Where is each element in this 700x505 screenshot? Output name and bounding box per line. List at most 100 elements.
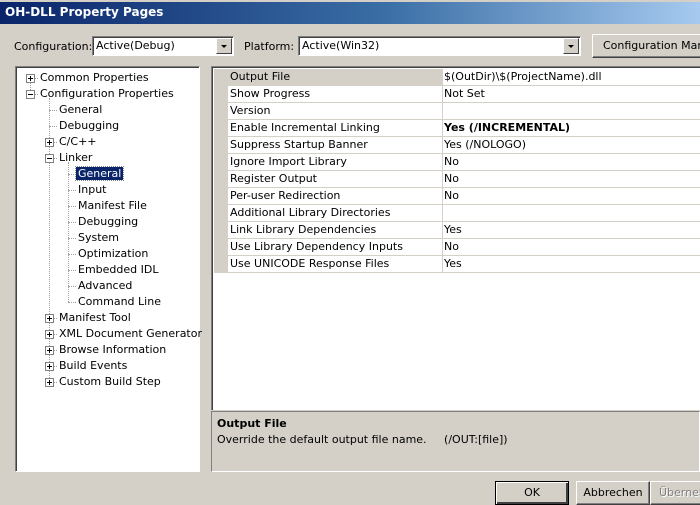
window-title: OH-DLL Property Pages — [5, 5, 164, 19]
property-row[interactable]: Version — [228, 103, 700, 120]
tree-node[interactable]: Linker — [57, 150, 94, 166]
tree-node[interactable]: Debugging — [57, 118, 121, 134]
property-name: Enable Incremental Linking — [228, 120, 443, 137]
tree-node-label: Debugging — [78, 215, 139, 228]
description-text: Override the default output file name. (… — [217, 433, 508, 446]
tree-node[interactable]: Advanced — [76, 278, 134, 294]
configuration-manager-button[interactable]: Configuration Manager... — [592, 34, 700, 58]
configuration-dropdown[interactable]: Active(Debug) — [92, 36, 234, 56]
tree-node-label: Debugging — [59, 119, 120, 132]
property-name: Show Progress — [228, 86, 443, 103]
tree-node[interactable]: Debugging — [76, 214, 140, 230]
property-name: Register Output — [228, 171, 443, 188]
tree-connector — [68, 286, 76, 287]
tree-node-label: Manifest Tool — [59, 311, 131, 324]
configuration-label: Configuration: — [14, 40, 93, 53]
ok-button[interactable]: OK — [495, 481, 569, 505]
apply-button[interactable]: Übernehmen — [650, 481, 700, 505]
title-bar[interactable]: OH-DLL Property Pages — [0, 0, 700, 24]
property-value[interactable]: No — [442, 188, 700, 205]
tree-node-label: Command Line — [78, 295, 161, 308]
tree-node-label: Linker — [59, 151, 93, 164]
tree-node[interactable]: General — [74, 166, 125, 182]
property-grid[interactable]: Output File $(OutDir)\$(ProjectName).dll S… — [211, 66, 700, 410]
tree-node-label: Input — [78, 183, 107, 196]
expand-plus-icon[interactable] — [45, 378, 54, 387]
tree-connector — [68, 190, 76, 191]
tree-node-label: Browse Information — [59, 343, 167, 356]
tree-node[interactable]: Build Events — [57, 358, 129, 374]
tree-node-label: Build Events — [59, 359, 128, 372]
property-row[interactable]: Ignore Import Library No — [228, 154, 700, 171]
property-row[interactable]: Use Library Dependency Inputs No — [228, 239, 700, 256]
tree-node[interactable]: Command Line — [76, 294, 163, 310]
property-row[interactable]: Link Library Dependencies Yes — [228, 222, 700, 239]
property-value[interactable]: No — [442, 154, 700, 171]
tree-node[interactable]: Manifest Tool — [57, 310, 133, 326]
tree-node[interactable]: Optimization — [76, 246, 150, 262]
expand-plus-icon[interactable] — [45, 330, 54, 339]
property-row[interactable]: Use UNICODE Response Files Yes — [228, 256, 700, 273]
tree-node-label: Configuration Properties — [40, 87, 174, 100]
expand-plus-icon[interactable] — [45, 138, 54, 147]
collapse-minus-icon[interactable] — [26, 90, 35, 99]
tree-node[interactable]: System — [76, 230, 121, 246]
property-row[interactable]: Register Output No — [228, 171, 700, 188]
tree-connector — [68, 206, 76, 207]
property-value[interactable] — [442, 103, 700, 120]
tree-connector — [68, 254, 76, 255]
tree-node[interactable]: Embedded IDL — [76, 262, 160, 278]
chevron-down-icon[interactable] — [216, 38, 232, 54]
expand-plus-icon[interactable] — [45, 314, 54, 323]
tree-node-label: C/C++ — [59, 135, 97, 148]
expand-plus-icon[interactable] — [26, 74, 35, 83]
property-value[interactable]: No — [442, 239, 700, 256]
property-value[interactable]: Yes (/INCREMENTAL) — [442, 120, 700, 137]
collapse-minus-icon[interactable] — [45, 154, 54, 163]
tree-connector — [68, 270, 76, 271]
tree-node[interactable]: XML Document Generator — [57, 326, 204, 342]
cancel-button[interactable]: Abbrechen — [576, 481, 650, 505]
property-value[interactable]: Yes — [442, 256, 700, 273]
property-tree[interactable]: Common Properties Configuration Propertie… — [15, 66, 202, 472]
property-name: Use UNICODE Response Files — [228, 256, 443, 273]
tree-connector — [49, 110, 57, 111]
tree-node[interactable]: Manifest File — [76, 198, 149, 214]
tree-node-label: General — [59, 103, 103, 116]
tree-node[interactable]: Input — [76, 182, 108, 198]
configuration-value: Active(Debug) — [96, 39, 175, 52]
property-row[interactable]: Per-user Redirection No — [228, 188, 700, 205]
expand-plus-icon[interactable] — [45, 346, 54, 355]
tree-node[interactable]: C/C++ — [57, 134, 99, 150]
property-row[interactable]: Additional Library Directories — [228, 205, 700, 222]
property-row[interactable]: Show Progress Not Set — [228, 86, 700, 103]
tree-node-label: Custom Build Step — [59, 375, 161, 388]
chevron-down-icon[interactable] — [563, 38, 579, 54]
tree-node[interactable]: Custom Build Step — [57, 374, 163, 390]
property-row[interactable]: Suppress Startup Banner Yes (/NOLOGO) — [228, 137, 700, 154]
tree-node[interactable]: Browse Information — [57, 342, 168, 358]
property-name: Use Library Dependency Inputs — [228, 239, 443, 256]
property-value[interactable]: No — [442, 171, 700, 188]
property-name: Link Library Dependencies — [228, 222, 443, 239]
tree-connector — [68, 238, 76, 239]
property-value[interactable] — [442, 205, 700, 222]
expand-plus-icon[interactable] — [45, 362, 54, 371]
property-value[interactable]: $(OutDir)\$(ProjectName).dll — [442, 69, 700, 86]
tree-connector — [49, 126, 57, 127]
tree-connector — [68, 302, 76, 303]
property-name: Suppress Startup Banner — [228, 137, 443, 154]
property-value[interactable]: Yes (/NOLOGO) — [442, 137, 700, 154]
tree-node[interactable]: Common Properties — [38, 70, 151, 86]
property-value[interactable]: Not Set — [442, 86, 700, 103]
property-row[interactable]: Output File $(OutDir)\$(ProjectName).dll — [228, 69, 700, 86]
tree-node[interactable]: General — [57, 102, 104, 118]
tree-node-label: Optimization — [78, 247, 149, 260]
platform-dropdown[interactable]: Active(Win32) — [298, 36, 581, 56]
tree-node-label: System — [78, 231, 120, 244]
tree-node-label: XML Document Generator — [59, 327, 202, 340]
property-row[interactable]: Enable Incremental Linking Yes (/INCREMEN… — [228, 120, 700, 137]
property-value[interactable]: Yes — [442, 222, 700, 239]
property-name: Version — [228, 103, 443, 120]
tree-node[interactable]: Configuration Properties — [38, 86, 176, 102]
